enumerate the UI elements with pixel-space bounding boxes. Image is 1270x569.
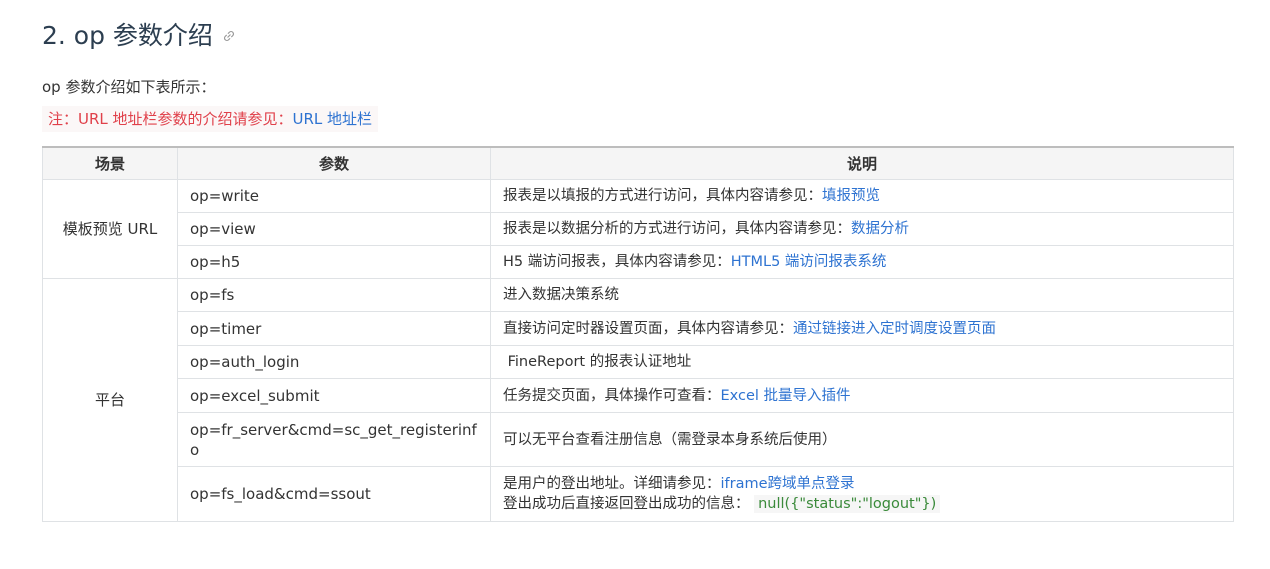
description-link[interactable]: iframe跨域单点登录	[721, 476, 855, 492]
note-text: 注：URL 地址栏参数的介绍请参见：	[48, 110, 293, 128]
table-row: 平台 op=fs 进入数据决策系统	[42, 278, 1234, 522]
main-content: 2. op 参数介绍 op 参数介绍如下表所示： 注：URL 地址栏参数的介绍请…	[42, 16, 1234, 522]
note-callout: 注：URL 地址栏参数的介绍请参见：URL 地址栏	[42, 106, 379, 132]
description-cell: 可以无平台查看注册信息（需登录本身系统后使用）	[490, 412, 1234, 467]
description-link[interactable]: 数据分析	[851, 221, 909, 237]
param-cell: op=auth_login	[177, 345, 491, 379]
description-cell: FineReport 的报表认证地址	[490, 345, 1234, 379]
param-cell: op=fs_load&cmd=ssout	[177, 466, 491, 522]
param-cell: op=excel_submit	[177, 378, 491, 413]
table-row: op=auth_login FineReport 的报表认证地址	[43, 345, 1234, 379]
op-parameter-table: 场景 参数 说明 模板预览 URL op=write 报表是以填报的方式进行访问…	[42, 146, 1234, 522]
description-line-2: 登出成功后直接返回登出成功的信息： null({"status":"logout…	[503, 494, 1221, 514]
description-text: 任务提交页面，具体操作可查看：	[503, 387, 721, 404]
header-description: 说明	[490, 146, 1234, 180]
header-param: 参数	[177, 146, 491, 180]
description-cell: 报表是以填报的方式进行访问，具体内容请参见：填报预览	[490, 179, 1234, 213]
table-header-row: 场景 参数 说明	[42, 146, 1234, 180]
param-cell: op=fr_server&cmd=sc_get_registerinfo	[177, 412, 491, 467]
param-cell: op=timer	[177, 311, 491, 346]
description-text: 报表是以数据分析的方式进行访问，具体内容请参见：	[503, 221, 851, 237]
table-row: op=excel_submit 任务提交页面，具体操作可查看：Excel 批量导…	[43, 378, 1234, 413]
description-line-1: 是用户的登出地址。详细请参见：iframe跨域单点登录	[503, 474, 1221, 494]
description-text: 登出成功后直接返回登出成功的信息：	[503, 496, 750, 512]
description-cell: 直接访问定时器设置页面，具体内容请参见：通过链接进入定时调度设置页面	[490, 311, 1234, 346]
table-row: op=h5 H5 端访问报表，具体内容请参见：HTML5 端访问报表系统	[43, 245, 1234, 279]
url-bar-link[interactable]: URL 地址栏	[293, 110, 373, 128]
description-text: 是用户的登出地址。详细请参见：	[503, 476, 721, 492]
table-row: op=timer 直接访问定时器设置页面，具体内容请参见：通过链接进入定时调度设…	[43, 311, 1234, 346]
logout-response-code: null({"status":"logout"})	[754, 495, 941, 513]
description-link[interactable]: HTML5 端访问报表系统	[731, 254, 887, 270]
table-row: op=fr_server&cmd=sc_get_registerinfo 可以无…	[43, 412, 1234, 467]
description-cell: 进入数据决策系统	[490, 278, 1234, 312]
param-cell: op=fs	[177, 278, 491, 312]
description-text: 直接访问定时器设置页面，具体内容请参见：	[503, 320, 793, 337]
description-link[interactable]: Excel 批量导入插件	[721, 388, 851, 404]
description-link[interactable]: 通过链接进入定时调度设置页面	[793, 321, 996, 337]
scene-platform: 平台	[42, 278, 178, 522]
description-text: 可以无平台查看注册信息（需登录本身系统后使用）	[503, 431, 837, 448]
intro-text: op 参数介绍如下表所示：	[42, 78, 216, 96]
description-cell: 报表是以数据分析的方式进行访问，具体内容请参见：数据分析	[490, 212, 1234, 246]
header-scene: 场景	[42, 146, 178, 180]
param-cell: op=write	[177, 179, 491, 213]
param-cell: op=h5	[177, 245, 491, 279]
scene-template-preview: 模板预览 URL	[42, 179, 178, 279]
table-row: 模板预览 URL op=write 报表是以填报的方式进行访问，具体内容请参见：…	[42, 179, 1234, 279]
description-cell: 任务提交页面，具体操作可查看：Excel 批量导入插件	[490, 378, 1234, 413]
heading-text: 2. op 参数介绍	[42, 21, 213, 50]
description-text: 进入数据决策系统	[503, 287, 619, 303]
section-heading: 2. op 参数介绍	[42, 16, 1233, 56]
description-text: 报表是以填报的方式进行访问，具体内容请参见：	[503, 188, 822, 204]
description-text: FineReport 的报表认证地址	[503, 354, 692, 370]
table-row: op=fs_load&cmd=ssout 是用户的登出地址。详细请参见：ifra…	[43, 466, 1234, 522]
anchor-link-icon[interactable]	[223, 30, 235, 42]
description-link[interactable]: 填报预览	[822, 188, 880, 204]
description-cell: H5 端访问报表，具体内容请参见：HTML5 端访问报表系统	[490, 245, 1234, 279]
description-text: H5 端访问报表，具体内容请参见：	[503, 254, 731, 270]
table-row: op=view 报表是以数据分析的方式进行访问，具体内容请参见：数据分析	[43, 212, 1234, 246]
param-cell: op=view	[177, 212, 491, 246]
description-cell: 是用户的登出地址。详细请参见：iframe跨域单点登录 登出成功后直接返回登出成…	[490, 466, 1234, 522]
